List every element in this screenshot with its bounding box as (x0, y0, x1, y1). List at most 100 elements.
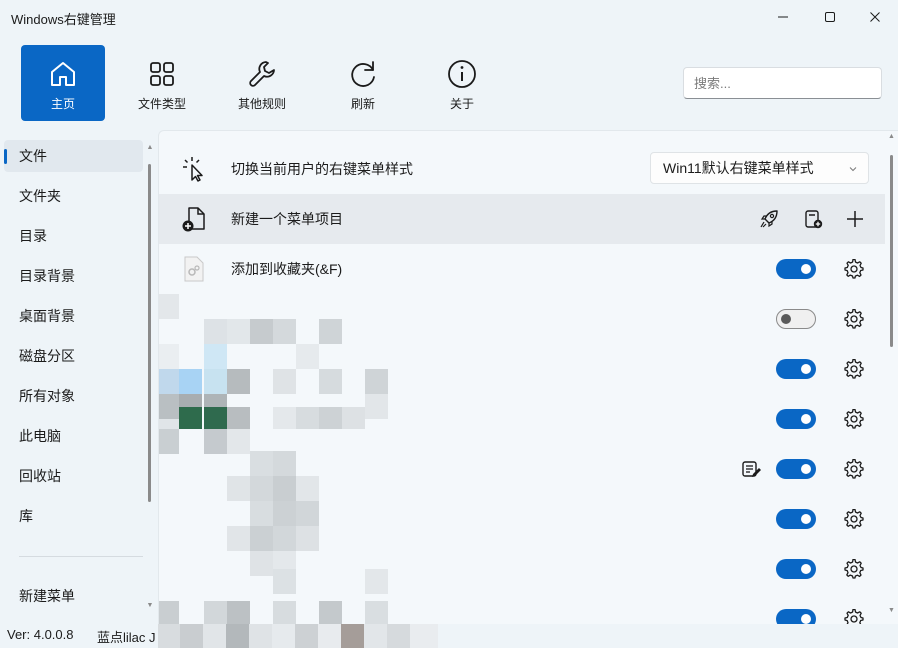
info-icon (448, 60, 476, 88)
blurred-area (204, 369, 227, 394)
sidebar-item-this-pc[interactable]: 此电脑 (4, 420, 143, 452)
blurred-area (319, 407, 342, 429)
menu-item-label: 添加到收藏夹(&F) (231, 261, 343, 277)
blurred-area (296, 501, 319, 526)
maximize-icon (825, 12, 835, 22)
blurred-area (273, 601, 296, 624)
sidebar-item-desktop-background[interactable]: 桌面背景 (4, 300, 143, 332)
sidebar-item-directory-background[interactable]: 目录背景 (4, 260, 143, 292)
blurred-area (250, 476, 273, 501)
close-icon (870, 12, 880, 22)
blurred-area (227, 526, 250, 551)
menu-item-toggle[interactable] (776, 459, 816, 479)
scroll-up-icon[interactable]: ▲ (146, 144, 154, 151)
gear-icon[interactable] (844, 459, 864, 479)
content-scroll-thumb[interactable] (890, 155, 893, 347)
rocket-icon[interactable] (759, 209, 779, 229)
gear-icon[interactable] (844, 559, 864, 579)
sidebar-item-library[interactable]: 库 (4, 500, 143, 532)
gear-icon[interactable] (844, 409, 864, 429)
gear-icon[interactable] (844, 359, 864, 379)
sidebar-item-file[interactable]: 文件 (4, 140, 143, 172)
blurred-area (365, 569, 388, 594)
sidebar-scroll-thumb[interactable] (148, 164, 151, 502)
blurred-area (296, 407, 319, 429)
toolbar-about-button[interactable]: 关于 (420, 45, 504, 121)
home-icon (51, 62, 75, 86)
blurred-area (273, 569, 296, 594)
gear-icon[interactable] (844, 509, 864, 529)
version-text: Ver: 4.0.0.8 (7, 627, 74, 642)
menu-style-select[interactable]: Win11默认右键菜单样式 (650, 152, 869, 184)
blurred-area (319, 319, 342, 344)
sidebar-item-recycle-bin[interactable]: 回收站 (4, 460, 143, 492)
blurred-area (296, 344, 319, 369)
blurred-area (342, 407, 365, 429)
title-bar: Windows右键管理 (0, 0, 898, 34)
content-scrollbar[interactable]: ▲ ▼ (887, 131, 897, 624)
cursor-click-icon (183, 157, 203, 182)
blurred-area (204, 407, 227, 429)
blurred-area (319, 601, 342, 624)
blurred-area (159, 294, 179, 319)
add-from-clipboard-icon[interactable] (803, 209, 823, 229)
scroll-up-icon[interactable]: ▲ (888, 133, 895, 140)
blurred-area (250, 551, 273, 576)
close-button[interactable] (852, 0, 898, 34)
blurred-area (227, 369, 250, 394)
add-icon[interactable] (845, 209, 865, 229)
sidebar-item-drive[interactable]: 磁盘分区 (4, 340, 143, 372)
blurred-area (273, 451, 296, 476)
blurred-area (159, 344, 179, 369)
blurred-area (158, 624, 438, 648)
blurred-area (204, 429, 227, 454)
sidebar-item-directory[interactable]: 目录 (4, 220, 143, 252)
sidebar: 文件 文件夹 目录 目录背景 桌面背景 磁盘分区 所有对象 此电脑 回收站 库 … (0, 130, 158, 624)
menu-item-toggle[interactable] (776, 259, 816, 279)
toolbar-filetypes-button[interactable]: 文件类型 (120, 45, 204, 121)
blurred-area (179, 407, 202, 429)
search-input[interactable] (683, 67, 882, 99)
sidebar-item-new-menu[interactable]: 新建菜单 (4, 580, 143, 612)
toolbar-home-button[interactable]: 主页 (21, 45, 105, 121)
blurred-area (250, 451, 273, 476)
blurred-area (365, 369, 388, 394)
menu-item-toggle[interactable] (776, 609, 816, 624)
new-menu-item-row[interactable]: 新建一个菜单项目 (159, 194, 885, 244)
gear-icon[interactable] (844, 259, 864, 279)
blurred-area (296, 526, 319, 551)
sidebar-item-folder[interactable]: 文件夹 (4, 180, 143, 212)
scroll-down-icon[interactable]: ▼ (888, 607, 895, 614)
menu-item-toggle[interactable] (776, 409, 816, 429)
toolbar-refresh-label: 刷新 (350, 97, 375, 111)
gear-icon[interactable] (844, 309, 864, 329)
sidebar-item-all-objects[interactable]: 所有对象 (4, 380, 143, 412)
blurred-area (227, 319, 250, 344)
sidebar-scrollbar[interactable]: ▲ ▼ (146, 144, 154, 624)
toolbar-otherrules-button[interactable]: 其他规则 (220, 45, 304, 121)
blurred-area (296, 476, 319, 501)
blurred-area (204, 319, 227, 344)
toolbar-refresh-button[interactable]: 刷新 (321, 45, 405, 121)
maximize-button[interactable] (807, 0, 853, 34)
menu-item-toggle[interactable] (776, 559, 816, 579)
blurred-area (250, 526, 273, 551)
author-link[interactable]: 蓝点lilac J (97, 627, 156, 646)
menu-item-toggle[interactable] (776, 359, 816, 379)
menu-item-toggle[interactable] (776, 509, 816, 529)
new-file-icon (182, 207, 205, 232)
blurred-area (273, 501, 296, 526)
menu-style-select-value: Win11默认右键菜单样式 (663, 160, 814, 176)
scroll-down-icon[interactable]: ▼ (146, 602, 154, 609)
blurred-area (204, 601, 227, 624)
menu-item-toggle[interactable] (776, 309, 816, 329)
chevron-down-icon (849, 167, 857, 172)
minimize-button[interactable] (760, 0, 806, 34)
blurred-area (159, 394, 179, 419)
new-menu-item-label: 新建一个菜单项目 (231, 211, 343, 227)
edit-notes-icon[interactable] (741, 459, 761, 479)
menu-style-label: 切换当前用户的右键菜单样式 (231, 161, 413, 177)
blurred-area (319, 369, 342, 394)
gear-icon[interactable] (844, 609, 864, 624)
blurred-area (204, 344, 227, 369)
